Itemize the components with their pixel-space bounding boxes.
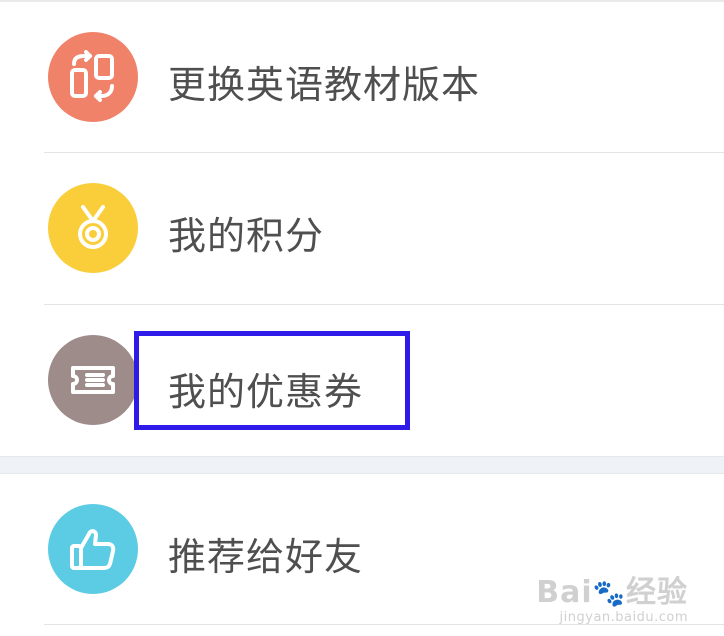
menu-item-label: 我的优惠券: [168, 370, 364, 414]
menu-item-label: 我的积分: [168, 214, 325, 258]
menu-item-label: 推荐给好友: [168, 535, 364, 579]
coupon-icon: [48, 335, 138, 425]
menu-item-my-coupons[interactable]: 我的优惠券: [0, 305, 724, 455]
menu-item-label: 更换英语教材版本: [168, 63, 481, 107]
switch-icon: [48, 32, 138, 122]
settings-menu-screen: 更换英语教材版本 我的积分 我的优惠券 推荐给好友 Bai🐾经验 jingyan…: [0, 0, 724, 636]
baidu-jingyan-watermark: Bai🐾经验 jingyan.baidu.com: [536, 577, 688, 626]
thumbs-up-icon: [48, 504, 138, 594]
section-separator: [0, 456, 724, 474]
watermark-brand: Bai🐾经验: [536, 575, 688, 610]
menu-item-my-points[interactable]: 我的积分: [0, 153, 724, 303]
watermark-url: jingyan.baidu.com: [559, 610, 688, 625]
menu-item-switch-textbook[interactable]: 更换英语教材版本: [0, 2, 724, 152]
medal-icon: [48, 183, 138, 273]
